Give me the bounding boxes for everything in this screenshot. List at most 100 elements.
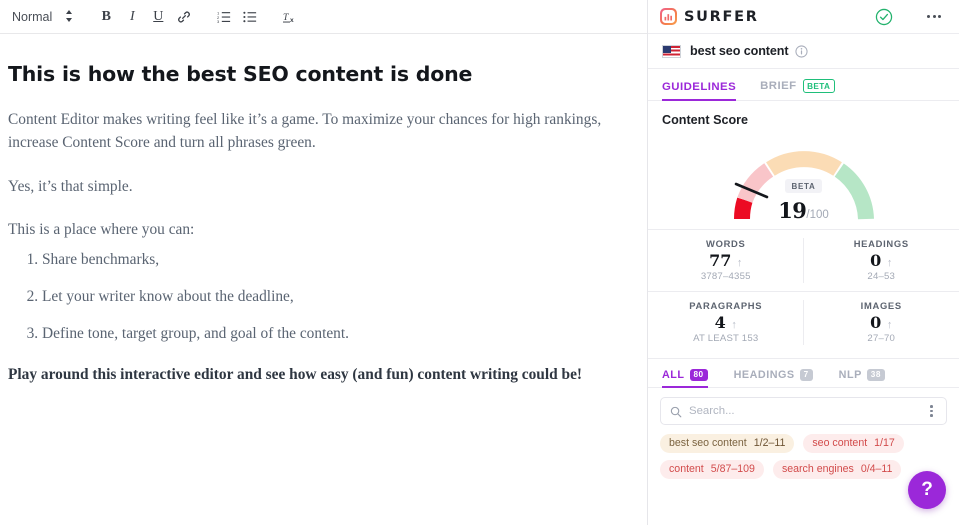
filter-tab-nlp[interactable]: NLP 38 (838, 368, 885, 387)
list-item: Define tone, target group, and goal of t… (42, 322, 627, 345)
chip-count: 0/4–11 (860, 463, 893, 476)
underline-icon: U (153, 8, 164, 24)
gauge-graphic: BETA 19/100 (720, 133, 888, 225)
updown-arrows-icon[interactable] (58, 9, 80, 25)
metric-images: IMAGES 0 ↑ 27–70 (803, 291, 959, 353)
info-icon[interactable] (795, 44, 809, 58)
metric-label: PARAGRAPHS (689, 300, 763, 311)
bullet-list-button[interactable] (238, 5, 262, 29)
bullet-list-icon (243, 10, 257, 24)
gauge-score: 19/100 (720, 198, 888, 223)
search-icon (670, 405, 682, 418)
dot (927, 15, 930, 18)
content-editor-pane: Normal B I U 123 T x This is how the bes… (0, 0, 647, 525)
dot (938, 15, 941, 18)
italic-button[interactable]: I (120, 5, 144, 29)
filter-tab-all[interactable]: ALL 80 (662, 368, 708, 389)
svg-text:x: x (290, 16, 294, 23)
metric-label: IMAGES (860, 300, 902, 311)
metric-value: 0 (870, 251, 882, 270)
link-icon (177, 10, 191, 24)
gauge-center-readout: BETA 19/100 (720, 176, 888, 223)
filter-tab-badge: 80 (689, 368, 708, 381)
document-paragraph-3: This is a place where you can: (8, 221, 195, 239)
metric-paragraphs: PARAGRAPHS 4 ↑ AT LEAST 153 (648, 291, 804, 353)
metric-value: 0 (870, 313, 882, 332)
help-button[interactable]: ? (908, 471, 946, 509)
metric-label: WORDS (706, 238, 746, 249)
metric-value-row: 77 ↑ (648, 251, 804, 270)
document-closing-paragraph: Play around this interactive editor and … (8, 365, 583, 383)
tab-brief-label: BRIEF (760, 80, 797, 92)
filter-tab-badge: 7 (799, 368, 813, 381)
flag-canton (663, 45, 672, 53)
trend-arrow-icon: ↑ (736, 257, 743, 269)
brand-name: SURFER (684, 8, 759, 25)
document-title: This is how the best SEO content is done (8, 62, 473, 86)
metric-range: 27–70 (867, 333, 896, 344)
svg-text:T: T (283, 12, 289, 23)
paragraph-style-label[interactable]: Normal (10, 10, 58, 24)
filter-tab-badge: 38 (866, 368, 885, 381)
ordered-list-button[interactable]: 123 (212, 5, 236, 29)
panel-tabs: GUIDELINES BRIEF BETA (648, 69, 959, 101)
document-paragraph-1: Content Editor makes writing feel like i… (8, 111, 602, 152)
metric-value: 4 (714, 313, 726, 332)
score-value: 19 (778, 198, 807, 223)
chip-count: 1/17 (874, 437, 895, 449)
surfer-logo-icon (660, 8, 677, 25)
beta-pill: BETA (802, 79, 835, 93)
document-body[interactable]: This is how the best SEO content is done… (0, 34, 647, 386)
dot (932, 15, 936, 18)
filter-tab-headings[interactable]: HEADINGS 7 (734, 368, 813, 387)
underline-button[interactable]: U (146, 5, 170, 29)
search-input[interactable] (689, 405, 927, 417)
clear-formatting-icon: Tx (282, 10, 298, 24)
chip-word: search engines (781, 463, 854, 476)
document-ordered-list: Share benchmarks, Let your writer know a… (8, 248, 627, 345)
list-item: Share benchmarks, (42, 248, 627, 271)
gauge-beta-tag: BETA (784, 179, 823, 193)
chip-count: 1/2–11 (753, 437, 786, 449)
trend-arrow-icon: ↑ (731, 319, 737, 331)
panel-body: Content Score BETA 19/100 WORDS 77 ↑ 378… (648, 101, 959, 525)
keyword-chip[interactable]: seo content 1/17 (803, 434, 904, 454)
keyword-chip[interactable]: search engines 0/4–11 (772, 460, 902, 480)
keyword-chip[interactable]: best seo content 1/2–11 (660, 434, 795, 454)
svg-text:3: 3 (217, 19, 220, 24)
more-options-icon[interactable] (923, 11, 945, 22)
tab-guidelines[interactable]: GUIDELINES (662, 81, 737, 101)
chip-word: content (669, 463, 704, 476)
keyword-bar: best seo content (648, 34, 959, 69)
metric-range: AT LEAST 153 (693, 333, 759, 344)
vertical-dots-icon[interactable] (926, 401, 937, 421)
document-paragraph-2: Yes, it’s that simple. (8, 177, 133, 195)
surfer-sidebar: SURFER best seo content GUIDELINES BRIEF… (647, 0, 959, 525)
chip-count: 5/87–109 (710, 463, 755, 476)
metric-range: 24–53 (867, 271, 896, 282)
metric-value-row: 4 ↑ (648, 313, 804, 332)
chip-word: seo content (812, 437, 868, 449)
keyword-chip[interactable]: content 5/87–109 (660, 460, 764, 480)
bold-button[interactable]: B (94, 5, 118, 29)
trend-arrow-icon: ↑ (886, 257, 893, 269)
search-box[interactable] (660, 397, 947, 425)
score-denominator: /100 (806, 209, 829, 221)
dot (930, 405, 933, 408)
link-button[interactable] (172, 5, 196, 29)
italic-icon: I (129, 8, 135, 24)
filter-tab-label: NLP (838, 368, 862, 381)
dot (930, 409, 933, 413)
content-score-title: Content Score (662, 113, 749, 127)
metric-label: HEADINGS (853, 238, 909, 249)
keyword-label: best seo content (690, 44, 789, 58)
check-circle-icon[interactable] (875, 8, 893, 26)
chip-word: best seo content (669, 437, 747, 449)
metric-value-row: 0 ↑ (804, 313, 959, 332)
tab-brief[interactable]: BRIEF BETA (760, 79, 835, 100)
clear-formatting-button[interactable]: Tx (278, 5, 302, 29)
panel-header: SURFER (648, 0, 959, 34)
app-root: Normal B I U 123 T x This is how the bes… (0, 0, 959, 525)
metric-headings: HEADINGS 0 ↑ 24–53 (804, 230, 959, 291)
editor-toolbar: Normal B I U 123 T x (0, 0, 647, 34)
